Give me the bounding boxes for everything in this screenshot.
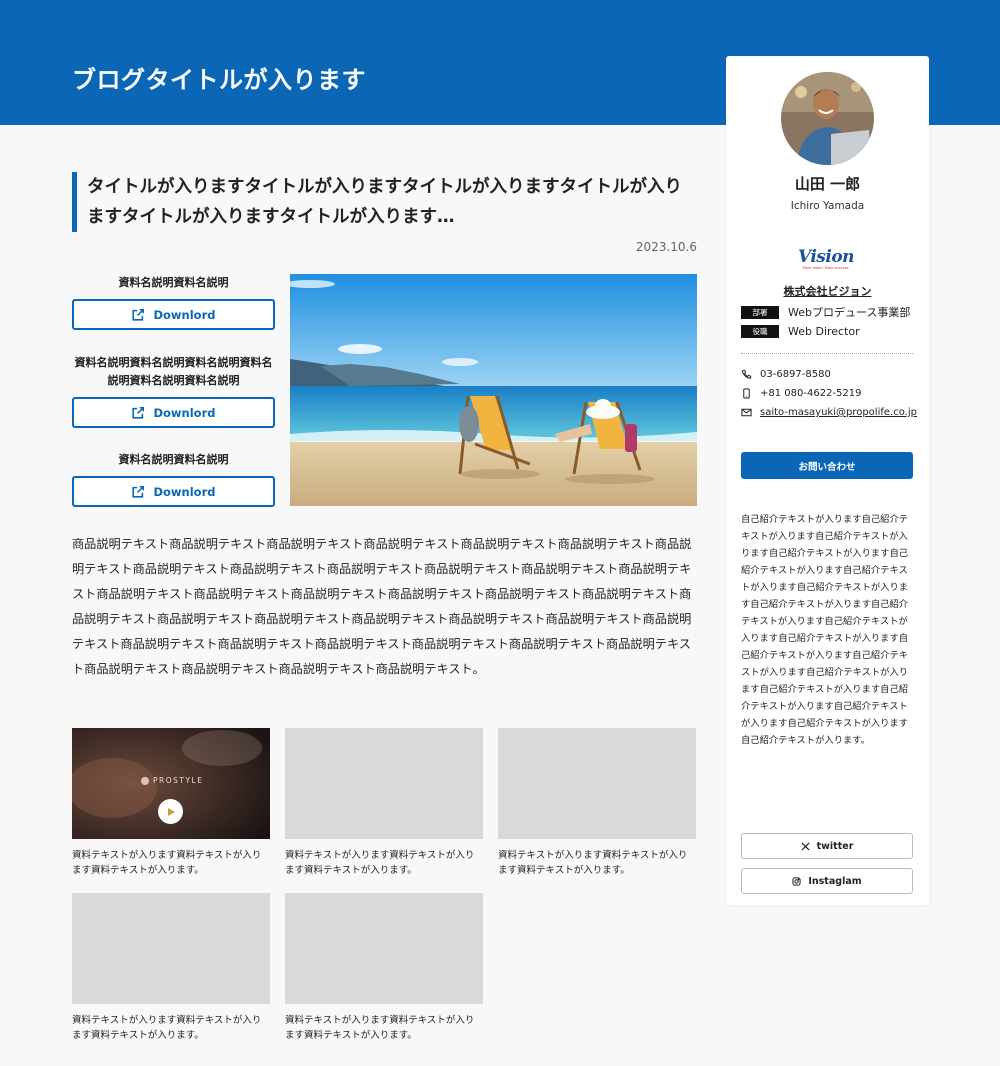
download-button[interactable]: Downlord: [72, 397, 275, 428]
resource-card-text: 資料テキストが入ります資料テキストが入ります資料テキストが入ります。: [72, 850, 262, 876]
article-title: タイトルが入りますタイトルが入りますタイトルが入りますタイトルが入りますタイトル…: [72, 172, 697, 232]
email-address[interactable]: saito-masayuki@propolife.co.jp: [760, 407, 917, 418]
download-button-label: Downlord: [153, 484, 216, 499]
video-thumbnail[interactable]: PROSTYLE: [72, 728, 270, 839]
resource-card[interactable]: 資料テキストが入ります資料テキストが入ります資料テキストが入ります。: [498, 728, 696, 878]
profile-intro: 自己紹介テキストが入ります自己紹介テキストが入ります自己紹介テキストが入ります自…: [741, 514, 909, 746]
article: タイトルが入りますタイトルが入りますタイトルが入りますタイトルが入りますタイトル…: [72, 172, 697, 682]
profile-sidebar: 山田 一郎 Ichiro Yamada Vision More vision. …: [726, 56, 929, 905]
department-value: Webプロデュース事業部: [788, 306, 911, 319]
company-name[interactable]: 株式会社ビジョン: [726, 283, 929, 299]
thumbnail-placeholder[interactable]: [72, 893, 270, 1004]
video-brand: PROSTYLE: [141, 776, 203, 785]
media-row: 資料名説明資料名説明 Downlord 資料名説明資料名説明資料名説明資料名説明…: [72, 274, 697, 509]
instagram-button[interactable]: Instaglam: [741, 868, 913, 894]
phone-row[interactable]: 03-6897-8580: [741, 369, 831, 380]
download-item: 資料名説明資料名説明 Downlord: [72, 451, 275, 507]
download-button[interactable]: Downlord: [72, 476, 275, 507]
twitter-button[interactable]: twitter: [741, 833, 913, 859]
logo-wordmark: Vision: [797, 247, 855, 267]
download-button-label: Downlord: [153, 405, 216, 420]
external-link-icon: [132, 406, 145, 419]
download-label: 資料名説明資料名説明資料名説明資料名説明資料名説明資料名説明: [74, 356, 273, 387]
play-icon: [167, 807, 175, 816]
x-logo-icon: [801, 841, 810, 851]
article-body: 商品説明テキスト商品説明テキスト商品説明テキスト商品説明テキスト商品説明テキスト…: [72, 537, 692, 676]
blog-title: ブログタイトルが入ります: [72, 66, 366, 94]
play-button[interactable]: [158, 799, 183, 824]
department-tag: 部署: [741, 305, 779, 319]
profile-romaji: Ichiro Yamada: [790, 200, 865, 212]
download-label: 資料名説明資料名説明: [118, 276, 229, 289]
divider: [741, 353, 913, 354]
role-value: Web Director: [788, 325, 860, 338]
thumbnail-placeholder[interactable]: [285, 893, 483, 1004]
hero-beach-image: [290, 274, 697, 506]
mobile-number: +81 080-4622-5219: [760, 388, 862, 399]
role-row: 役職 Web Director: [741, 325, 860, 338]
resource-card-text: 資料テキストが入ります資料テキストが入ります資料テキストが入ります。: [285, 1015, 475, 1041]
resource-card[interactable]: PROSTYLE 資料テキストが入ります資料テキストが入ります資料テキストが入り…: [72, 728, 270, 878]
avatar: [781, 72, 874, 165]
resource-card-text: 資料テキストが入ります資料テキストが入ります資料テキストが入ります。: [72, 1015, 262, 1041]
resource-card-text: 資料テキストが入ります資料テキストが入ります資料テキストが入ります。: [285, 850, 475, 876]
download-item: 資料名説明資料名説明 Downlord: [72, 274, 275, 330]
resource-card-text: 資料テキストが入ります資料テキストが入ります資料テキストが入ります。: [498, 850, 688, 876]
mail-icon: [741, 408, 752, 417]
external-link-icon: [132, 485, 145, 498]
contact-button[interactable]: お問い合わせ: [741, 452, 913, 479]
external-link-icon: [132, 308, 145, 321]
video-brand-label: PROSTYLE: [153, 776, 204, 785]
resource-card[interactable]: 資料テキストが入ります資料テキストが入ります資料テキストが入ります。: [285, 728, 483, 878]
mobile-icon: [743, 388, 750, 399]
logo-tagline: More vision. More success.: [802, 266, 850, 270]
instagram-label: Instaglam: [808, 875, 862, 887]
download-label: 資料名説明資料名説明: [118, 453, 229, 466]
download-item: 資料名説明資料名説明資料名説明資料名説明資料名説明資料名説明 Downlord: [72, 354, 275, 428]
twitter-label: twitter: [816, 840, 854, 852]
phone-number: 03-6897-8580: [760, 369, 831, 380]
mobile-row[interactable]: +81 080-4622-5219: [741, 388, 861, 399]
resource-card[interactable]: 資料テキストが入ります資料テキストが入ります資料テキストが入ります。: [72, 893, 270, 1043]
download-button[interactable]: Downlord: [72, 299, 275, 330]
company-logo: Vision More vision. More success.: [795, 248, 857, 272]
article-date: 2023.10.6: [635, 240, 697, 254]
email-row[interactable]: saito-masayuki@propolife.co.jp: [741, 407, 917, 418]
role-tag: 役職: [741, 325, 779, 338]
phone-icon: [741, 369, 752, 379]
profile-name: 山田 一郎: [794, 175, 861, 193]
department-row: 部署 Webプロデュース事業部: [741, 304, 910, 320]
thumbnail-placeholder[interactable]: [498, 728, 696, 839]
instagram-icon: [792, 876, 801, 886]
download-button-label: Downlord: [153, 307, 216, 322]
thumbnail-placeholder[interactable]: [285, 728, 483, 839]
resource-card[interactable]: 資料テキストが入ります資料テキストが入ります資料テキストが入ります。: [285, 893, 483, 1043]
